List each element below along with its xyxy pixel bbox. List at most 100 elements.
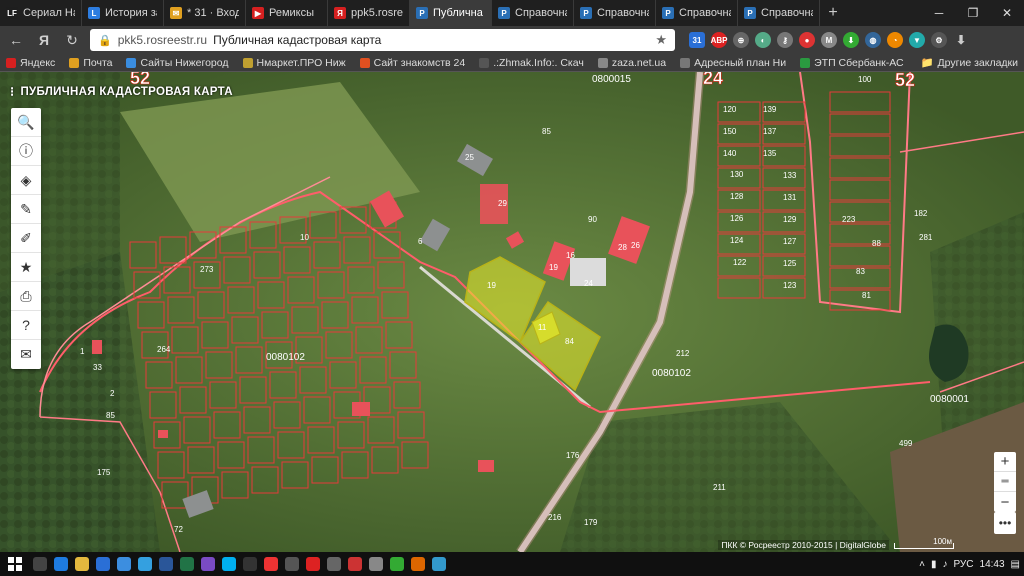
ie-icon[interactable] xyxy=(138,557,152,571)
key-extension-icon[interactable]: ⚷ xyxy=(777,32,793,48)
bookmark-item[interactable]: .:Zhmak.Info:. Скач xyxy=(479,57,584,69)
settings-extension-icon[interactable]: ⚙ xyxy=(931,32,947,48)
reload-icon[interactable]: ↻ xyxy=(62,30,82,50)
bookmark-item[interactable]: Нмаркет.ПРО Ниж xyxy=(242,57,346,69)
downloads-icon[interactable]: ⬇ xyxy=(953,32,969,48)
parcel-number-label: 6 xyxy=(418,237,423,246)
search-icon[interactable]: 🔍 xyxy=(11,108,41,137)
m-extension-icon[interactable]: M xyxy=(821,32,837,48)
tab-2[interactable]: ✉ * 31 · Входя xyxy=(164,0,246,26)
translate-extension-icon[interactable]: ⊕ xyxy=(733,32,749,48)
app-icon[interactable] xyxy=(390,557,404,571)
yandex-browser-icon[interactable] xyxy=(264,557,278,571)
app-icon[interactable] xyxy=(369,557,383,571)
volume-icon[interactable]: ♪ xyxy=(942,559,947,570)
measure-icon[interactable]: ✐ xyxy=(11,224,41,253)
language-indicator[interactable]: РУС xyxy=(953,559,973,570)
explorer-icon[interactable] xyxy=(75,557,89,571)
bookmark-item[interactable]: Сайты Нижегород xyxy=(126,57,229,69)
tab-5[interactable]: P Публична xyxy=(410,0,492,26)
tab-7[interactable]: P Справочна xyxy=(574,0,656,26)
bookmark-item[interactable]: Почта xyxy=(69,57,112,69)
tab-1[interactable]: L История за xyxy=(82,0,164,26)
mail-icon[interactable]: ✉ xyxy=(11,340,41,369)
bookmark-item[interactable]: ЭТП Сбербанк-АС xyxy=(800,57,904,69)
bookmark-favicon-icon xyxy=(6,57,16,68)
lock-extension-icon[interactable]: ● xyxy=(799,32,815,48)
app-icon[interactable] xyxy=(348,557,362,571)
cast-extension-icon[interactable]: ◐ xyxy=(755,32,771,48)
rosreestr-icon: P xyxy=(416,7,428,19)
parcel-number-label: 281 xyxy=(919,233,933,242)
bookmark-favicon-icon xyxy=(597,57,608,68)
tab-3[interactable]: ▶ Ремиксы xyxy=(246,0,328,26)
app-icon[interactable] xyxy=(432,557,446,571)
parcel-number-label: 24 xyxy=(584,279,593,288)
cadastral-map[interactable]: 52 24 52 0800015 0080102 0080102 0080001 85 25 29… xyxy=(0,72,1024,552)
speed-extension-icon[interactable]: ◔ xyxy=(887,32,903,48)
tab-8[interactable]: P Справочна xyxy=(656,0,738,26)
info-icon[interactable]: ⓘ xyxy=(11,137,41,166)
edge-icon[interactable] xyxy=(54,557,68,571)
skype-icon[interactable] xyxy=(222,557,236,571)
help-icon[interactable]: ? xyxy=(11,311,41,340)
maximize-button[interactable]: ❐ xyxy=(956,0,990,26)
pencil-icon[interactable]: ✎ xyxy=(11,195,41,224)
app-icon[interactable] xyxy=(327,557,341,571)
network-icon[interactable]: ▮ xyxy=(931,559,937,570)
excel-icon[interactable] xyxy=(180,557,194,571)
calendar-extension-icon[interactable]: 31 xyxy=(689,32,705,48)
minimize-button[interactable]: ─ xyxy=(922,0,956,26)
mail-app-icon[interactable] xyxy=(117,557,131,571)
store-icon[interactable] xyxy=(96,557,110,571)
clock[interactable]: 14:43 xyxy=(980,559,1005,570)
parcel-number-label: 2 xyxy=(110,389,115,398)
map-title-text: ПУБЛИЧНАЯ КАДАСТРОВАЯ КАРТА xyxy=(20,86,233,98)
satellite-map-layer[interactable]: 52 24 520800015008010200801020080001852529… xyxy=(0,72,1024,552)
cadastral-quarter-label: 0080102 xyxy=(652,368,691,379)
close-button[interactable]: ✕ xyxy=(990,0,1024,26)
cadastral-quarter-label: 0800015 xyxy=(592,74,631,85)
app-icon[interactable] xyxy=(285,557,299,571)
bookmark-item[interactable]: Адресный план Ни xyxy=(680,57,786,69)
task-view-icon[interactable] xyxy=(33,557,47,571)
yandex-home-icon[interactable]: Я xyxy=(34,30,54,50)
address-bar[interactable]: 🔒 pkk5.rosreestr.ru Публичная кадастрова… xyxy=(90,29,675,51)
zoom-slider[interactable]: ═ xyxy=(994,472,1016,492)
print-icon[interactable]: ⎙ xyxy=(11,282,41,311)
terminal-icon[interactable] xyxy=(243,557,257,571)
word-icon[interactable] xyxy=(159,557,173,571)
tab-0[interactable]: LF Сериал На xyxy=(0,0,82,26)
bookmark-label: .:Zhmak.Info:. Скач xyxy=(493,56,584,69)
cadastral-district-label: 24 xyxy=(703,72,723,88)
bookmark-item[interactable]: zaza.net.ua xyxy=(597,57,666,69)
tab-9[interactable]: P Справочна xyxy=(738,0,820,26)
layers-icon[interactable]: ◈ xyxy=(11,166,41,195)
app-icon[interactable] xyxy=(411,557,425,571)
windows-start-icon[interactable] xyxy=(4,553,26,575)
map-copyright: ПКК © Росреестр 2010-2015 | DigitalGlobe xyxy=(718,540,889,550)
zoom-in-button[interactable]: + xyxy=(994,452,1016,472)
parcel-number-label: 100 xyxy=(858,75,872,84)
lock-icon: 🔒 xyxy=(98,34,112,47)
other-bookmarks[interactable]: 📁 Другие закладки xyxy=(920,56,1018,70)
bookmark-item[interactable]: Сайт знакомств 24 xyxy=(359,57,465,69)
adblock-extension-icon[interactable]: ABP xyxy=(711,32,727,48)
more-options-button[interactable]: ••• xyxy=(994,512,1016,534)
tray-up-icon[interactable]: ˄ xyxy=(919,559,925,570)
star-icon[interactable]: ★ xyxy=(11,253,41,282)
tab-4[interactable]: Яppk5.rosreе xyxy=(328,0,410,26)
zoom-out-button[interactable]: − xyxy=(994,492,1016,512)
globe-extension-icon[interactable]: ◍ xyxy=(865,32,881,48)
back-icon[interactable]: ← xyxy=(6,30,26,50)
bookmark-item[interactable]: Яндекс xyxy=(6,57,55,69)
download-extension-icon[interactable]: ⬇ xyxy=(843,32,859,48)
opera-icon[interactable] xyxy=(306,557,320,571)
notifications-icon[interactable]: ▤ xyxy=(1011,559,1020,570)
vpn-extension-icon[interactable]: ▼ xyxy=(909,32,925,48)
new-tab-button[interactable]: + xyxy=(820,0,846,26)
other-bookmarks-label: Другие закладки xyxy=(937,56,1018,69)
tab-6[interactable]: P Справочна xyxy=(492,0,574,26)
viber-icon[interactable] xyxy=(201,557,215,571)
bookmark-star-icon[interactable]: ★ xyxy=(655,32,667,48)
